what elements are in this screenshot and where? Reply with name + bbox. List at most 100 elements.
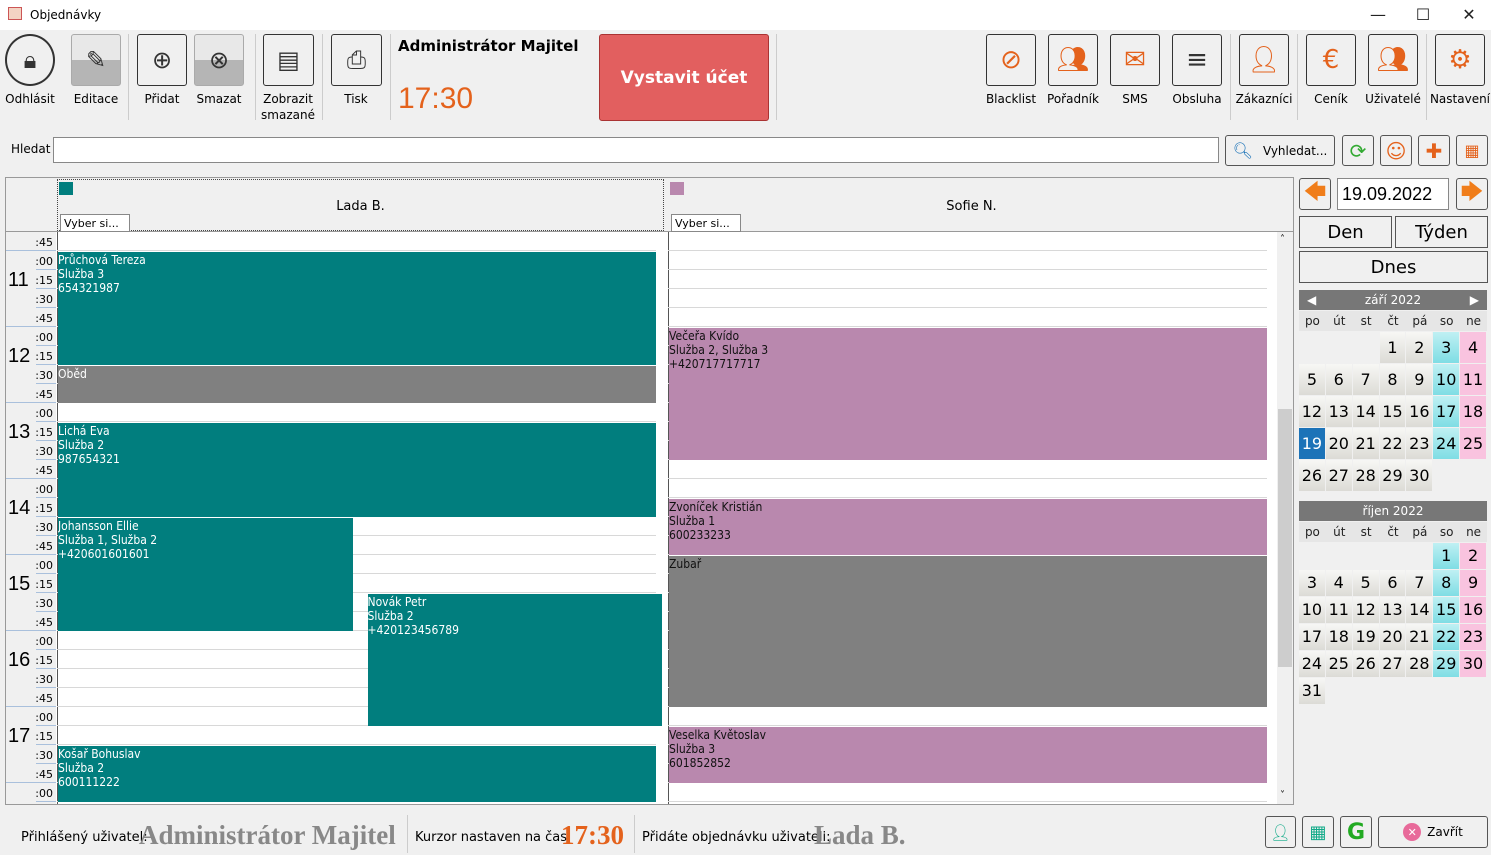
week-view-button[interactable]: Týden [1395, 216, 1488, 248]
scroll-thumb[interactable] [1278, 409, 1292, 667]
calendar-day[interactable]: 15 [1379, 396, 1406, 427]
appointment[interactable]: Zvoníček Kristián Služba 1 600233233 [669, 498, 1267, 555]
minimize-button[interactable]: — [1358, 4, 1398, 26]
calendar-day[interactable]: 7 [1406, 570, 1433, 596]
calendar-day[interactable]: 1 [1433, 543, 1460, 569]
calendar-day[interactable]: 2 [1460, 543, 1486, 569]
search-input[interactable] [53, 137, 1219, 163]
customer-button[interactable]: 👤︎ [1265, 816, 1296, 848]
odhlásit-button[interactable]: 🔒︎ [5, 34, 55, 86]
calendar-day[interactable]: 28 [1406, 651, 1433, 677]
day-view-button[interactable]: Den [1299, 216, 1392, 248]
ceník-button[interactable]: € [1306, 34, 1356, 86]
calendar-day[interactable]: 29 [1433, 651, 1460, 677]
calendar-day[interactable]: 19 [1352, 624, 1379, 650]
break-block[interactable]: Oběd [58, 365, 656, 403]
calendar-day[interactable]: 10 [1299, 597, 1325, 623]
calendar-button[interactable]: ▦ [1456, 135, 1488, 166]
scheduler-grid[interactable]: ˄ ˅ :45:00 11:15:30:45:00 12:15:30:45:00 13… [5, 177, 1294, 805]
calendar-day[interactable]: 19 [1299, 428, 1325, 459]
appointment[interactable]: Johansson Ellie Služba 1, Služba 2 +4206… [58, 517, 353, 631]
calendar-day[interactable]: 27 [1379, 651, 1406, 677]
calendar-day[interactable]: 29 [1379, 460, 1406, 491]
calendar-day[interactable]: 13 [1379, 597, 1406, 623]
close-window-button[interactable]: ✕ [1449, 4, 1489, 26]
smazat-button[interactable]: ⊗ [194, 34, 244, 86]
close-button[interactable]: ✕ Zavřít [1378, 816, 1488, 848]
next-day-button[interactable]: 🡆 [1456, 178, 1488, 210]
next-month-icon[interactable]: ▶ [1470, 290, 1479, 310]
service-select[interactable]: Vyber si... [60, 214, 130, 232]
calendar-day[interactable]: 16 [1460, 597, 1486, 623]
smiley-button[interactable]: ☺ [1380, 135, 1412, 166]
maximize-button[interactable]: ☐ [1403, 4, 1443, 26]
calendar-day[interactable]: 24 [1433, 428, 1460, 459]
appointment[interactable]: Veselka Květoslav Služba 3 601852852 [669, 726, 1267, 783]
calendar-day[interactable]: 1 [1379, 332, 1406, 363]
calendar-day[interactable]: 23 [1460, 624, 1486, 650]
calendar-day[interactable]: 2 [1406, 332, 1433, 363]
appointment[interactable]: Novák Petr Služba 2 +420123456789 [367, 593, 662, 726]
schedule-button[interactable]: ▦ [1302, 816, 1334, 848]
calendar-day[interactable]: 12 [1299, 396, 1325, 427]
obsluha-button[interactable]: ≡ [1172, 34, 1222, 86]
tisk-button[interactable]: ⎙ [331, 34, 382, 86]
calendar-day[interactable]: 30 [1460, 651, 1486, 677]
calendar-day[interactable]: 24 [1299, 651, 1325, 677]
calendar-day[interactable]: 11 [1325, 597, 1352, 623]
calendar-day[interactable]: 11 [1460, 364, 1486, 395]
calendar-day[interactable]: 5 [1299, 364, 1325, 395]
appointment[interactable]: Košař Bohuslav Služba 2 600111222 [58, 745, 656, 802]
calendar-day[interactable]: 9 [1460, 570, 1486, 596]
calendar-day[interactable]: 14 [1352, 396, 1379, 427]
sms-button[interactable]: ✉ [1110, 34, 1160, 86]
calendar-day[interactable]: 13 [1325, 396, 1352, 427]
health-button[interactable]: ✚ [1418, 135, 1450, 166]
calendar-day[interactable]: 16 [1406, 396, 1433, 427]
google-button[interactable]: G [1340, 816, 1372, 848]
appointment[interactable]: Večeřa Kvído Služba 2, Služba 3 +4207177… [669, 327, 1267, 460]
uživatelé-button[interactable]: 👥︎ [1368, 34, 1418, 86]
calendar-day[interactable]: 21 [1352, 428, 1379, 459]
service-select[interactable]: Vyber si... [671, 214, 741, 232]
calendar-day[interactable]: 18 [1325, 624, 1352, 650]
appointment[interactable]: Průchová Tereza Služba 3 654321987 [58, 251, 656, 365]
calendar-day[interactable]: 25 [1325, 651, 1352, 677]
today-button[interactable]: Dnes [1299, 251, 1488, 283]
calendar-day[interactable]: 20 [1379, 624, 1406, 650]
calendar-day[interactable]: 20 [1325, 428, 1352, 459]
calendar-day[interactable]: 21 [1406, 624, 1433, 650]
scrollbar[interactable]: ˄ ˅ [1277, 232, 1293, 804]
nastavení-button[interactable]: ⚙ [1435, 34, 1485, 86]
blacklist-button[interactable]: ⊘ [986, 34, 1036, 86]
calendar-day[interactable]: 5 [1352, 570, 1379, 596]
column-header[interactable]: Sofie N. Vyber si... [668, 179, 1275, 232]
prev-day-button[interactable]: 🡄 [1299, 178, 1331, 210]
calendar-day[interactable]: 22 [1433, 624, 1460, 650]
editace-button[interactable]: ✎ [71, 34, 121, 86]
date-input[interactable] [1337, 178, 1449, 210]
calendar-day[interactable]: 4 [1460, 332, 1486, 363]
scroll-down-icon[interactable]: ˅ [1280, 790, 1285, 801]
calendar-day[interactable]: 9 [1406, 364, 1433, 395]
calendar-day[interactable]: 8 [1433, 570, 1460, 596]
zákazníci-button[interactable]: 👤︎ [1239, 34, 1289, 86]
přidat-button[interactable]: ⊕ [137, 34, 187, 86]
calendar-day[interactable]: 10 [1433, 364, 1460, 395]
column-header[interactable]: Lada B. Vyber si... [57, 179, 664, 232]
calendar-day[interactable]: 12 [1352, 597, 1379, 623]
search-button[interactable]: 🔍︎ Vyhledat... [1225, 135, 1335, 166]
calendar-day[interactable]: 3 [1433, 332, 1460, 363]
refresh-button[interactable]: ⟳ [1342, 135, 1374, 166]
calendar-day[interactable]: 15 [1433, 597, 1460, 623]
prev-month-icon[interactable]: ◀ [1307, 290, 1316, 310]
zobrazit-smazané-button[interactable]: ▤ [263, 34, 314, 86]
calendar-day[interactable]: 17 [1299, 624, 1325, 650]
calendar-day[interactable]: 31 [1299, 678, 1325, 704]
appointment[interactable]: Lichá Eva Služba 2 987654321 [58, 422, 656, 517]
calendar-day[interactable]: 25 [1460, 428, 1486, 459]
pořadník-button[interactable]: 👥︎ [1048, 34, 1098, 86]
calendar-day[interactable]: 7 [1352, 364, 1379, 395]
calendar-day[interactable]: 17 [1433, 396, 1460, 427]
calendar-day[interactable]: 6 [1379, 570, 1406, 596]
